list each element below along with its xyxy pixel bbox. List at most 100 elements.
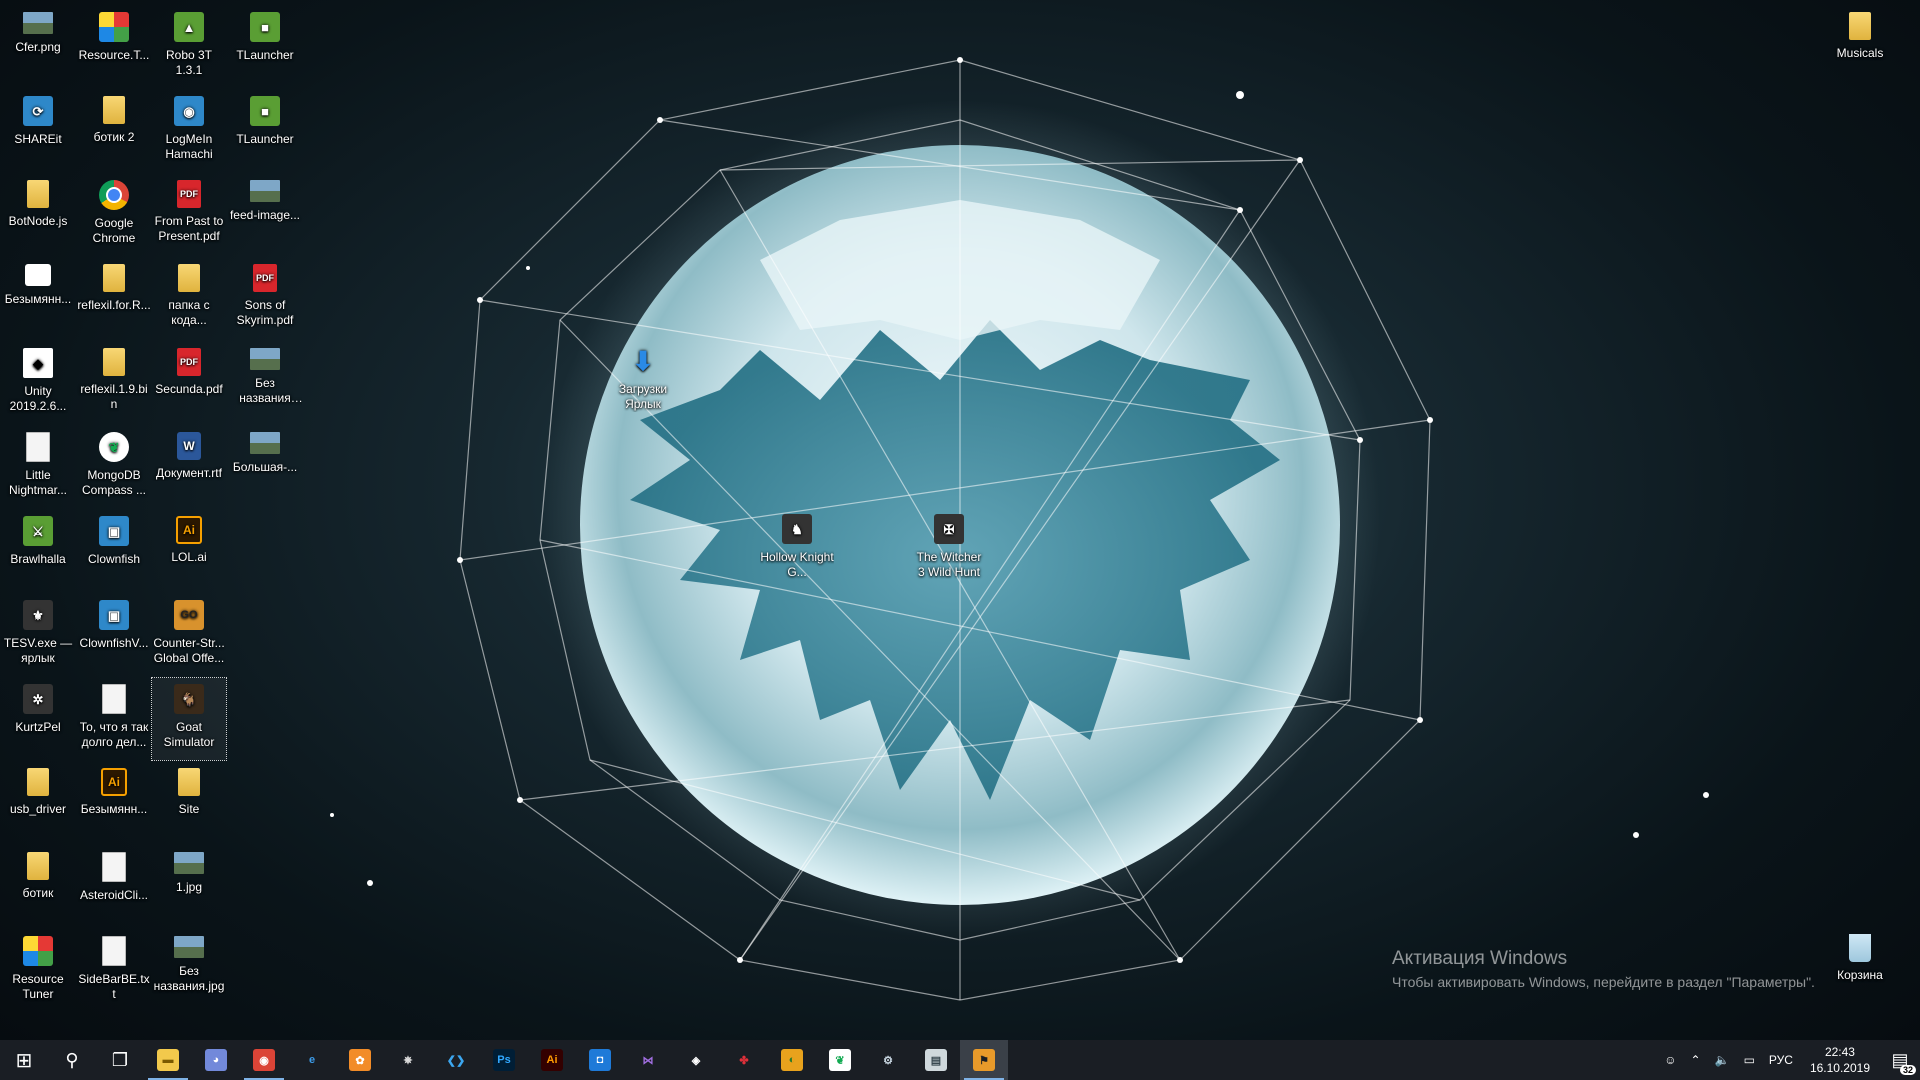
taskbar-chrome[interactable]: ◉: [240, 1040, 288, 1080]
desktop-icon-label: Robo 3T 1.3.1: [165, 48, 213, 77]
taskbar-app-rainbow[interactable]: ◐: [768, 1040, 816, 1080]
desktop-icon[interactable]: ✠ The Witcher 3 Wild Hunt: [912, 508, 986, 590]
desktop-icon[interactable]: ⚜ TESV.exe — ярлык: [1, 594, 75, 676]
taskbar-app-red[interactable]: ✤: [720, 1040, 768, 1080]
desktop-icon[interactable]: ◉ LogMeIn Hamachi: [152, 90, 226, 172]
start-button[interactable]: ⊞: [0, 1040, 48, 1080]
action-center-button[interactable]: ▤ 32: [1880, 1040, 1920, 1080]
taskbar-vscode[interactable]: ❮❯: [432, 1040, 480, 1080]
desktop-icon[interactable]: reflexil.1.9.bin: [77, 342, 151, 424]
desktop-icon[interactable]: PDF Secunda.pdf: [152, 342, 226, 424]
taskbar-mongodb[interactable]: ❦: [816, 1040, 864, 1080]
folder-icon: [178, 768, 200, 796]
desktop-icon[interactable]: ◆ Unity 2019.2.6...: [1, 342, 75, 424]
desktop-icon[interactable]: PDF Sons of Skyrim.pdf: [228, 258, 302, 340]
desktop-icon[interactable]: Ai Безымянн...: [77, 762, 151, 844]
taskbar-steam[interactable]: ⚙: [864, 1040, 912, 1080]
desktop-icon[interactable]: Корзина: [1823, 928, 1897, 1010]
desktop-icon[interactable]: ▣ Clownfish: [77, 510, 151, 592]
taskbar-photoshop[interactable]: Ps: [480, 1040, 528, 1080]
illustrator-icon: Ai: [176, 516, 202, 544]
desktop-icon[interactable]: 🐐 Goat Simulator: [151, 677, 227, 761]
taskbar-explorer[interactable]: ▬: [144, 1040, 192, 1080]
desktop-icon[interactable]: AsteroidCli...: [77, 846, 151, 928]
desktop-icon[interactable]: ⟳ SHAREit: [1, 90, 75, 172]
desktop-icon[interactable]: SideBarBE.txt: [77, 930, 151, 1012]
taskbar-app-orange[interactable]: ⚑: [960, 1040, 1008, 1080]
desktop-icon[interactable]: ⚔ Brawlhalla: [1, 510, 75, 592]
brawlhalla-icon: ⚔: [23, 516, 53, 546]
taskbar-illustrator[interactable]: Ai: [528, 1040, 576, 1080]
desktop-icon[interactable]: ▣ ClownfishV...: [77, 594, 151, 676]
desktop-icon[interactable]: usb_driver: [1, 762, 75, 844]
search-button[interactable]: ⚲: [48, 1040, 96, 1080]
kurtzpel-icon: ✲: [23, 684, 53, 714]
desktop-icon[interactable]: Site: [152, 762, 226, 844]
desktop-icon[interactable]: PDF From Past to Present.pdf: [152, 174, 226, 256]
desktop-icon[interactable]: Resource Tuner: [1, 930, 75, 1012]
desktop-icon[interactable]: Cfer.png: [1, 6, 75, 88]
desktop-icon-label: BotNode.js: [8, 214, 68, 228]
desktop-icon-label: Загрузки Ярлык: [618, 382, 668, 411]
desktop-icon-label: Cfer.png: [15, 40, 61, 54]
word-icon: W: [177, 432, 201, 460]
desktop-icon[interactable]: Ai LOL.ai: [152, 510, 226, 592]
pdf-icon: PDF: [253, 264, 277, 292]
desktop-icon[interactable]: Musicals: [1823, 6, 1897, 88]
task-view-button[interactable]: ❐: [96, 1040, 144, 1080]
desktop-icon-label: ClownfishV...: [79, 636, 149, 650]
desktop-icon[interactable]: GO Counter-Str... Global Offe...: [152, 594, 226, 676]
desktop-icon-label: From Past to Present.pdf: [154, 214, 224, 243]
desktop-icon[interactable]: Большая-...: [228, 426, 302, 508]
fl-studio-icon: ✿: [349, 1049, 371, 1071]
desktop-icon[interactable]: ⬇ Загрузки Ярлык: [606, 340, 680, 422]
desktop-icon[interactable]: ботик 2: [77, 90, 151, 172]
desktop-icon[interactable]: ✲ KurtzPel: [1, 678, 75, 760]
desktop-icon-label: ботик: [22, 886, 54, 900]
desktop-icon[interactable]: W Документ.rtf: [152, 426, 226, 508]
taskbar-edge[interactable]: e: [288, 1040, 336, 1080]
people-icon[interactable]: ☺: [1657, 1053, 1683, 1067]
desktop-icon-label: Brawlhalla: [10, 552, 66, 566]
desktop-icon[interactable]: feed-image...: [228, 174, 302, 256]
network-icon[interactable]: ▭: [1737, 1053, 1762, 1067]
desktop-icon[interactable]: Без названия (1).jpg: [228, 342, 302, 424]
taskbar-app-spider[interactable]: ✵: [384, 1040, 432, 1080]
desktop-icon[interactable]: Resource.T...: [77, 6, 151, 88]
desktop-icon[interactable]: ▲ Robo 3T 1.3.1: [152, 6, 226, 88]
clock-time: 22:43: [1824, 1045, 1855, 1059]
taskbar-unity[interactable]: ◈: [672, 1040, 720, 1080]
icon-glyph: ✠: [943, 521, 955, 537]
desktop-icon[interactable]: папка с кода...: [152, 258, 226, 340]
folder-icon: [27, 768, 49, 796]
desktop-icon-label: Sons of Skyrim.pdf: [236, 298, 294, 327]
desktop-icon[interactable]: ■ TLauncher: [228, 6, 302, 88]
desktop-icon[interactable]: Little Nightmar...: [1, 426, 75, 508]
volume-icon[interactable]: 🔈: [1708, 1053, 1737, 1067]
desktop-icon[interactable]: reflexil.for.R...: [77, 258, 151, 340]
taskbar: ⊞ ⚲ ❐ ▬ ◕ ◉ e ✿ ✵ ❮❯ Ps Ai ◘ ⋈ ◈ ✤ ◐ ❦ ⚙ ▤ ⚑ ☺ ⌃ 🔈 ▭ РУС …: [0, 1040, 1920, 1080]
desktop-icon[interactable]: ♞ Hollow Knight G...: [760, 508, 834, 590]
chevron-up-icon[interactable]: ⌃: [1684, 1053, 1708, 1067]
desktop-icon[interactable]: Безымянн...: [1, 258, 75, 340]
desktop-icon-label: Goat Simulator: [163, 720, 215, 749]
desktop-icon[interactable]: 1.jpg: [152, 846, 226, 928]
desktop-icon[interactable]: Без названия.jpg: [152, 930, 226, 1012]
taskbar-visual-studio[interactable]: ⋈: [624, 1040, 672, 1080]
taskbar-app-blue[interactable]: ◘: [576, 1040, 624, 1080]
chrome-icon: [99, 180, 129, 210]
desktop-icon[interactable]: ■ TLauncher: [228, 90, 302, 172]
desktop-icon[interactable]: Google Chrome: [77, 174, 151, 256]
clock[interactable]: 22:43 16.10.2019: [1800, 1044, 1880, 1076]
icon-glyph: ❦: [108, 439, 120, 455]
desktop-icon[interactable]: ботик: [1, 846, 75, 928]
desktop-icon[interactable]: ❦ MongoDB Compass ...: [77, 426, 151, 508]
desktop-icon[interactable]: BotNode.js: [1, 174, 75, 256]
taskbar-discord[interactable]: ◕: [192, 1040, 240, 1080]
desktop-icon-label: TESV.exe — ярлык: [3, 636, 73, 665]
language-indicator[interactable]: РУС: [1762, 1053, 1800, 1067]
taskbar-fl-studio[interactable]: ✿: [336, 1040, 384, 1080]
desktop-icon[interactable]: То, что я так долго дел...: [77, 678, 151, 760]
taskbar-app-window[interactable]: ▤: [912, 1040, 960, 1080]
icon-glyph: PDF: [180, 188, 198, 199]
